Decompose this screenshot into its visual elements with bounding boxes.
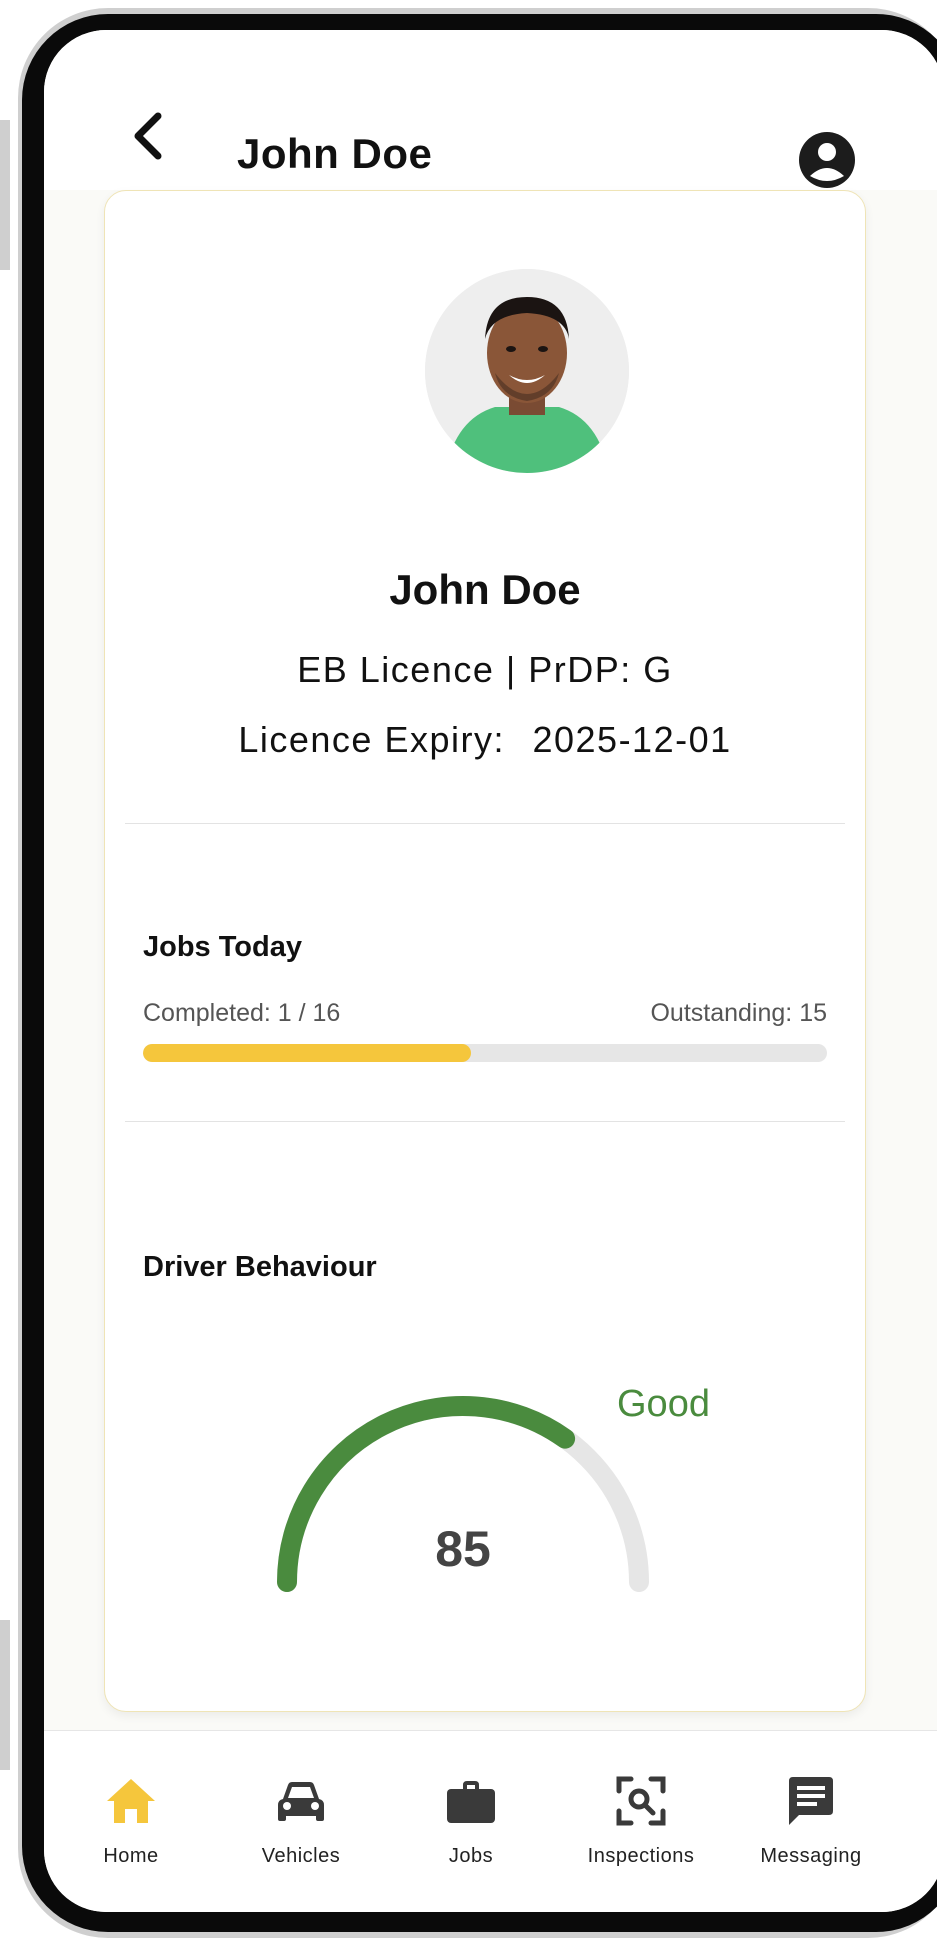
page-title: John Doe [237,130,433,177]
app-header: John Doe [44,30,937,190]
bottom-navigation: Home Vehicles Jobs Inspections Messaging [44,1730,937,1912]
nav-item-inspections[interactable]: Inspections [556,1731,726,1881]
licence-info: EB Licence | PrDP: G [297,649,673,690]
behaviour-rating: Good [617,1383,710,1425]
nav-item-vehicles[interactable]: Vehicles [216,1731,386,1881]
app-screen: John Doe John Doe EB Licence | PrDP: G L… [44,30,937,1912]
device-side-button [0,1620,10,1770]
divider [125,823,845,824]
device-side-button [0,120,10,270]
behaviour-score: 85 [435,1521,491,1577]
message-icon [789,1777,833,1825]
back-button[interactable] [120,108,176,164]
jobs-progress-bar [143,1044,827,1062]
profile-button[interactable] [797,130,857,190]
driver-behaviour-title: Driver Behaviour [143,1251,377,1283]
licence-expiry-label: Licence Expiry: [238,719,505,760]
jobs-outstanding-text: Outstanding: 15 [650,999,827,1027]
home-icon [107,1779,155,1823]
avatar [425,269,629,473]
driver-name: John Doe [389,566,581,613]
nav-label-home: Home [103,1845,159,1867]
nav-item-home[interactable]: Home [46,1731,216,1881]
driver-profile-card: John Doe EB Licence | PrDP: G Licence Ex… [104,190,866,1712]
nav-label-inspections: Inspections [587,1845,695,1867]
jobs-progress-fill [143,1044,472,1062]
licence-expiry: Licence Expiry: 2025-12-01 [105,719,865,761]
briefcase-icon [447,1781,495,1823]
nav-label-messaging: Messaging [760,1845,862,1867]
nav-item-messaging[interactable]: Messaging [726,1731,896,1881]
jobs-completed-text: Completed: 1 / 16 [143,999,341,1027]
licence-expiry-value: 2025-12-01 [532,719,732,760]
scan-search-icon [616,1776,666,1826]
gauge-fill [277,1396,576,1592]
nav-label-vehicles: Vehicles [261,1845,341,1867]
driver-photo [425,269,629,473]
nav-item-jobs[interactable]: Jobs [386,1731,556,1881]
user-circle-icon [799,132,855,188]
divider [125,1121,845,1122]
car-icon [278,1782,324,1821]
jobs-today-title: Jobs Today [143,931,302,963]
chevron-left-icon [134,112,162,160]
nav-label-jobs: Jobs [448,1845,494,1867]
